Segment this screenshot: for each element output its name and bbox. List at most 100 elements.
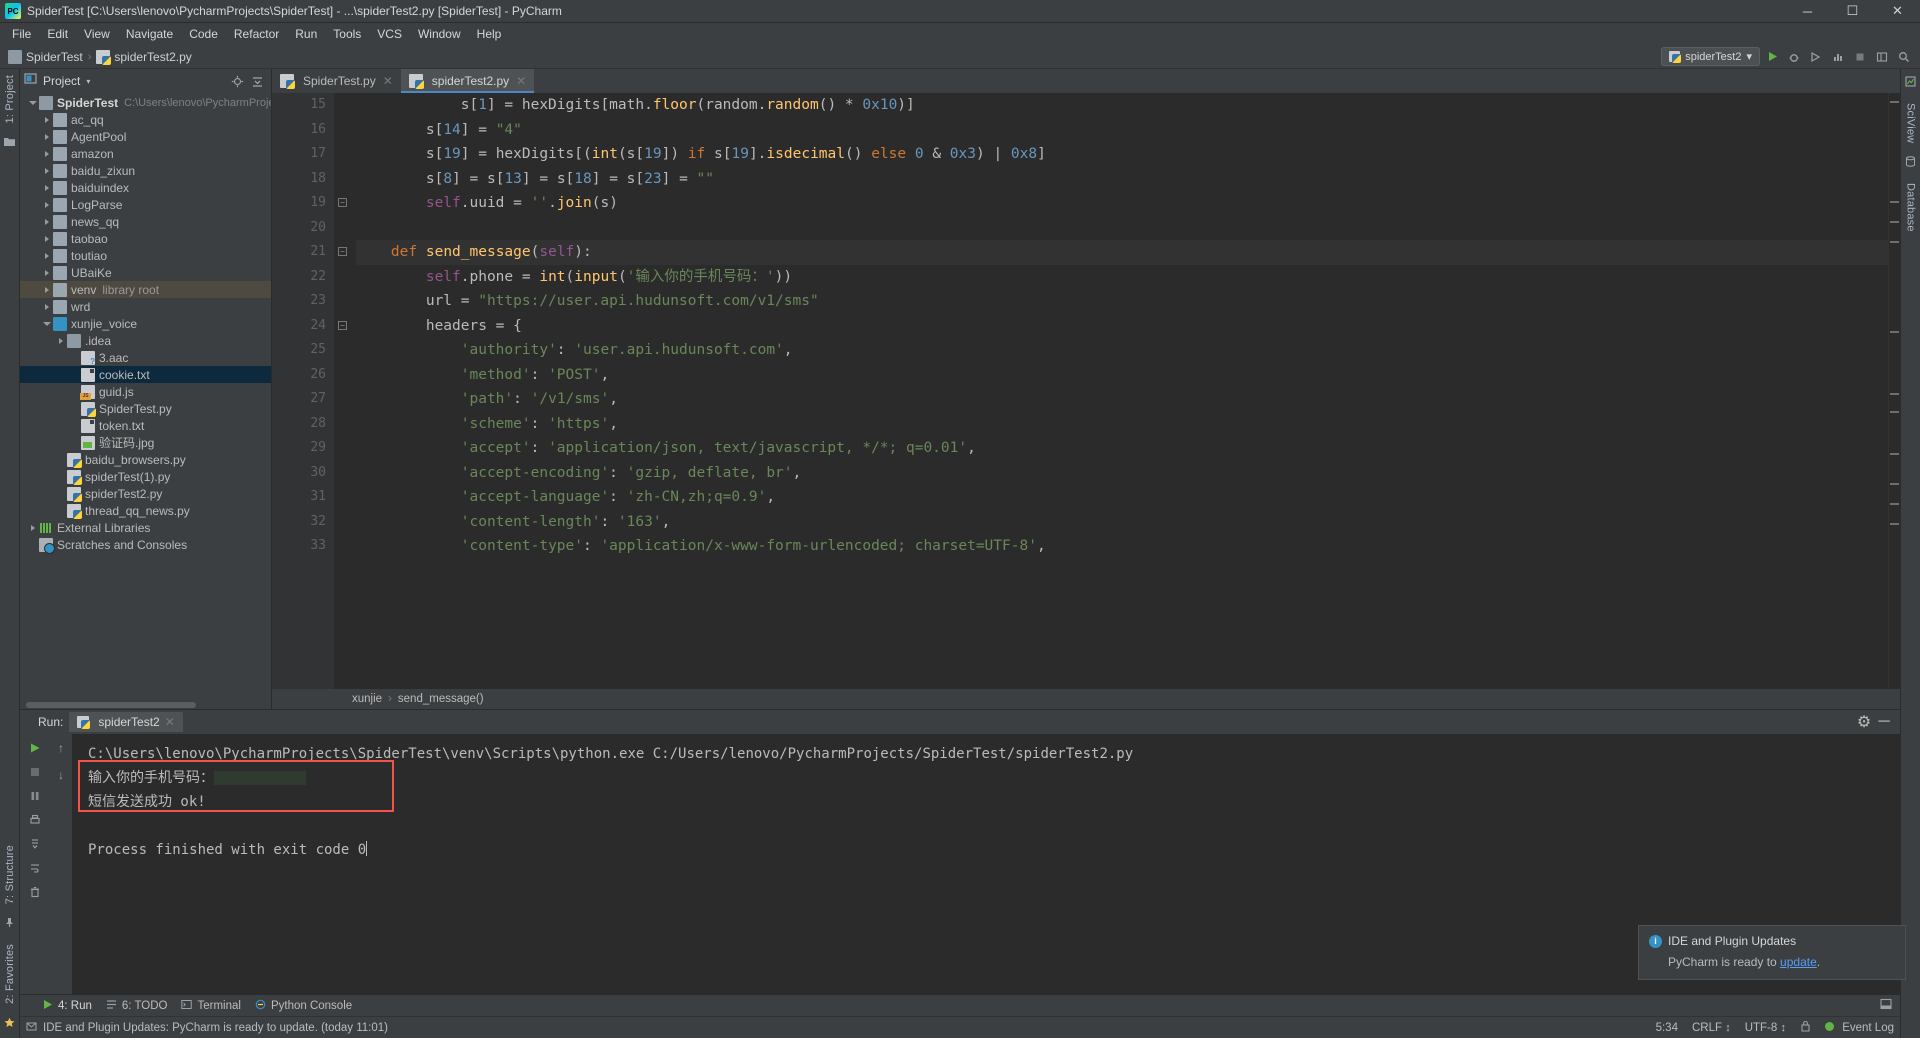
minimize-button[interactable]: ─ — [1785, 0, 1830, 22]
tree-item-baidu-browsers-py[interactable]: baidu_browsers.py — [20, 451, 271, 468]
code-line[interactable]: 'path': '/v1/sms', — [356, 387, 1888, 412]
menu-run[interactable]: Run — [287, 25, 325, 43]
tree-item-venv[interactable]: venv library root — [20, 281, 271, 298]
tree-item-spidertest-py[interactable]: SpiderTest.py — [20, 400, 271, 417]
code-line[interactable]: headers = { — [356, 314, 1888, 339]
gear-icon[interactable]: ⚙ — [1854, 712, 1874, 732]
editor-tab-spidertest2-py[interactable]: spiderTest2.py ✕ — [400, 69, 535, 93]
rail-sciview-tab[interactable]: SciView — [1905, 97, 1917, 149]
chevron-right-icon[interactable] — [40, 303, 53, 310]
tree-item-agentpool[interactable]: AgentPool — [20, 128, 271, 145]
code-line[interactable]: 'accept': 'application/json, text/javasc… — [356, 436, 1888, 461]
line-separator[interactable]: CRLF ↕ — [1692, 1022, 1731, 1034]
code-editor[interactable]: 15 16 17 18 19− 20 21− 22 23 24− 25 26 27 28 29 30 31 32 3… — [272, 93, 1900, 689]
chevron-down-icon[interactable]: ▾ — [86, 77, 90, 86]
close-button[interactable]: ✕ — [1875, 0, 1920, 22]
chevron-right-icon[interactable] — [40, 133, 53, 140]
tree-item-thread-qq-news-py[interactable]: thread_qq_news.py — [20, 502, 271, 519]
chevron-right-icon[interactable] — [26, 524, 39, 531]
tree-item-external-libraries[interactable]: External Libraries — [20, 519, 271, 536]
coverage-icon[interactable] — [1806, 47, 1826, 67]
tree-item-spidertest-1-py[interactable]: spiderTest(1).py — [20, 468, 271, 485]
down-arrow-icon[interactable]: ↓ — [50, 764, 72, 786]
scrollbar-thumb[interactable] — [26, 702, 196, 708]
tool-tab-python-console[interactable]: Python Console — [255, 999, 352, 1013]
chevron-right-icon[interactable] — [40, 218, 53, 225]
stop-icon[interactable] — [24, 761, 46, 783]
notification-popup[interactable]: i IDE and Plugin Updates PyCharm is read… — [1638, 925, 1906, 980]
close-icon[interactable]: ✕ — [516, 74, 526, 88]
locate-file-icon[interactable] — [227, 71, 247, 91]
tree-item-amazon[interactable]: amazon — [20, 145, 271, 162]
chevron-down-icon[interactable] — [26, 100, 39, 105]
project-tree[interactable]: SpiderTest C:\Users\lenovo\PycharmProject… — [20, 93, 271, 700]
tree-item-guid-js[interactable]: guid.js — [20, 383, 271, 400]
close-icon[interactable]: ✕ — [383, 74, 393, 88]
run-icon[interactable] — [1762, 47, 1782, 67]
soft-wrap-icon[interactable] — [24, 857, 46, 879]
tree-item-xunjie-voice[interactable]: xunjie_voice — [20, 315, 271, 332]
menu-window[interactable]: Window — [410, 25, 469, 43]
breadcrumb-class[interactable]: xunjie — [352, 693, 382, 705]
tree-item-spidertest2-py[interactable]: spiderTest2.py — [20, 485, 271, 502]
menu-code[interactable]: Code — [181, 25, 226, 43]
breadcrumb-method[interactable]: send_message() — [398, 693, 484, 705]
code-line[interactable]: 'accept-language': 'zh-CN,zh;q=0.9', — [356, 485, 1888, 510]
tree-item-idea[interactable]: .idea — [20, 332, 271, 349]
tool-tab-terminal[interactable]: Terminal — [181, 999, 241, 1013]
tree-item-baiduindex[interactable]: baiduindex — [20, 179, 271, 196]
chevron-right-icon[interactable] — [40, 235, 53, 242]
chevron-right-icon[interactable] — [40, 269, 53, 276]
debug-icon[interactable] — [1784, 47, 1804, 67]
chevron-right-icon[interactable] — [40, 252, 53, 259]
layout-icon[interactable] — [1872, 47, 1892, 67]
tree-item-wrd[interactable]: wrd — [20, 298, 271, 315]
rail-database-tab[interactable]: Database — [1905, 177, 1917, 238]
code-line[interactable]: self.phone = int(input('输入你的手机号码：')) — [356, 265, 1888, 290]
code-line[interactable]: self.uuid = ''.join(s) — [356, 191, 1888, 216]
rail-favorites-tab[interactable]: 2: Favorites — [4, 938, 16, 1010]
menu-tools[interactable]: Tools — [325, 25, 369, 43]
lock-icon[interactable] — [1800, 1020, 1811, 1035]
tree-item-jpg[interactable]: 验证码.jpg — [20, 434, 271, 451]
code-line[interactable]: url = "https://user.api.hudunsoft.com/v1… — [356, 289, 1888, 314]
rail-structure-tab[interactable]: 7: Structure — [4, 839, 16, 910]
code-line[interactable]: 'content-type': 'application/x-www-form-… — [356, 534, 1888, 559]
caret-position[interactable]: 5:34 — [1656, 1022, 1678, 1034]
tool-tab-6-todo[interactable]: 6: TODO — [106, 999, 167, 1013]
run-tab-spidertest2[interactable]: spiderTest2 ✕ — [69, 712, 183, 732]
chevron-right-icon[interactable] — [40, 201, 53, 208]
stop-icon[interactable] — [1850, 47, 1870, 67]
pause-icon[interactable] — [24, 785, 46, 807]
code-line[interactable]: 'authority': 'user.api.hudunsoft.com', — [356, 338, 1888, 363]
collapse-all-icon[interactable] — [247, 71, 267, 91]
tree-item-scratches-and-consoles[interactable]: Scratches and Consoles — [20, 536, 271, 554]
hide-panel-icon[interactable] — [1880, 997, 1892, 1015]
search-icon[interactable] — [1894, 47, 1914, 67]
close-icon[interactable]: ✕ — [165, 715, 175, 729]
pin-icon[interactable] — [4, 910, 15, 938]
editor-tab-spidertest-py[interactable]: SpiderTest.py ✕ — [272, 69, 401, 93]
maximize-button[interactable]: ☐ — [1830, 0, 1875, 22]
menu-refactor[interactable]: Refactor — [226, 25, 287, 43]
tree-item-3-aac[interactable]: 3.aac — [20, 349, 271, 366]
chevron-right-icon[interactable] — [40, 167, 53, 174]
menu-edit[interactable]: Edit — [39, 25, 76, 43]
tree-item-toutiao[interactable]: toutiao — [20, 247, 271, 264]
code-line[interactable]: s[1] = hexDigits[math.floor(random.rando… — [356, 93, 1888, 118]
code-line[interactable]: s[14] = "4" — [356, 118, 1888, 143]
chevron-right-icon[interactable] — [54, 337, 67, 344]
code-line[interactable]: 'accept-encoding': 'gzip, deflate, br', — [356, 461, 1888, 486]
code-line[interactable]: s[19] = hexDigits[(int(s[19]) if s[19].i… — [356, 142, 1888, 167]
code-line[interactable]: 'method': 'POST', — [356, 363, 1888, 388]
tree-item-token-txt[interactable]: token.txt — [20, 417, 271, 434]
up-arrow-icon[interactable]: ↑ — [50, 737, 72, 759]
code-line[interactable]: 'scheme': 'https', — [356, 412, 1888, 437]
profile-icon[interactable] — [1828, 47, 1848, 67]
event-log-button[interactable]: Event Log — [1825, 1021, 1894, 1034]
chevron-right-icon[interactable] — [40, 184, 53, 191]
tree-item-ubaike[interactable]: UBaiKe — [20, 264, 271, 281]
code-line[interactable]: def send_message(self): — [356, 240, 1888, 265]
rail-project-tab[interactable]: 1: Project — [4, 69, 16, 129]
menu-navigate[interactable]: Navigate — [118, 25, 181, 43]
